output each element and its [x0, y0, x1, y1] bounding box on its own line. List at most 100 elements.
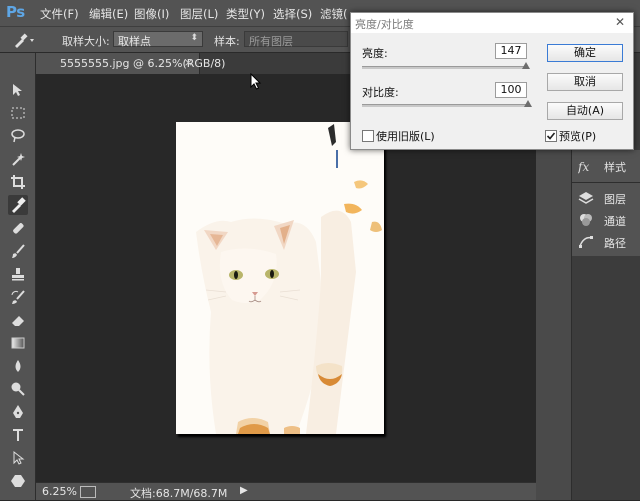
panel-styles-label: 样式	[604, 161, 626, 174]
document-size: 文档:68.7M/68.7M	[130, 487, 228, 500]
shape-tool[interactable]	[8, 471, 28, 491]
panel-layers-label: 图层	[604, 193, 626, 206]
status-menu-arrow-icon[interactable]: ▶	[240, 485, 248, 496]
path-select-icon	[13, 450, 25, 465]
brightness-slider-thumb[interactable]	[522, 62, 531, 69]
history-brush-tool[interactable]	[8, 287, 28, 307]
marquee-tool[interactable]	[8, 103, 28, 123]
quick-select-tool[interactable]	[8, 149, 28, 169]
contrast-slider-track[interactable]	[362, 104, 528, 107]
fx-icon: fx	[578, 160, 589, 174]
panel-layers[interactable]: 图层	[578, 188, 638, 208]
document-tab[interactable]: 5555555.jpg @ 6.25%(RGB/8) ×	[36, 53, 225, 74]
gradient-tool[interactable]	[8, 333, 28, 353]
chevron-updown-icon: ⬍	[190, 33, 198, 43]
mouse-cursor-icon	[250, 73, 262, 90]
eyedropper-icon	[15, 33, 34, 48]
sample-value: 所有图层	[249, 35, 293, 48]
preview-label: 预览(P)	[559, 130, 597, 143]
ok-button[interactable]: 确定	[547, 44, 623, 62]
legacy-checkbox[interactable]	[362, 130, 374, 142]
dodge-icon	[11, 382, 25, 396]
cat-photo	[176, 122, 384, 434]
dodge-tool[interactable]	[8, 379, 28, 399]
brush-tool[interactable]	[8, 241, 28, 261]
blur-tool[interactable]	[8, 356, 28, 376]
status-bar: 6.25% 文档:68.7M/68.7M ▶	[36, 482, 536, 500]
crop-icon	[11, 175, 25, 189]
sample-size-value: 取样点	[118, 35, 151, 48]
type-tool[interactable]	[8, 425, 28, 445]
menu-select[interactable]: 选择(S)	[273, 6, 312, 22]
crop-tool[interactable]	[8, 172, 28, 192]
clone-stamp-tool[interactable]	[8, 264, 28, 284]
menu-file[interactable]: 文件(F)	[40, 6, 79, 22]
brightness-slider-track[interactable]	[362, 66, 528, 69]
contrast-slider-thumb[interactable]	[524, 100, 532, 107]
tool-preset-picker[interactable]	[10, 31, 36, 49]
zoom-level[interactable]: 6.25%	[42, 485, 77, 498]
photoshop-logo: Ps	[6, 3, 25, 21]
panel-paths-label: 路径	[604, 237, 626, 250]
panel-group: fx 样式 图层 通道 路径	[572, 150, 640, 256]
menu-edit[interactable]: 编辑(E)	[89, 6, 128, 22]
eyedropper-icon	[12, 197, 26, 213]
panel-divider	[572, 182, 640, 183]
auto-button[interactable]: 自动(A)	[547, 102, 623, 120]
panel-paths[interactable]: 路径	[578, 232, 638, 252]
cancel-button[interactable]: 取消	[547, 73, 623, 91]
pen-tool[interactable]	[8, 402, 28, 422]
path-selection-tool[interactable]	[8, 448, 28, 468]
brush-icon	[12, 244, 25, 258]
sample-size-label: 取样大小:	[62, 35, 110, 48]
gradient-icon	[11, 337, 25, 349]
contrast-label: 对比度:	[362, 86, 399, 99]
brightness-label: 亮度:	[362, 47, 388, 60]
brightness-input[interactable]: 147	[495, 43, 527, 59]
document-canvas[interactable]	[176, 122, 384, 434]
brightness-contrast-dialog: 亮度/对比度 ✕ 亮度: 147 对比度: 100 使用旧版(L) 确定 取消 …	[350, 12, 634, 150]
toolbox	[0, 53, 36, 500]
move-icon	[13, 84, 22, 96]
stamp-icon	[12, 268, 24, 281]
paths-icon	[579, 236, 593, 248]
move-tool[interactable]	[8, 80, 28, 100]
panel-styles[interactable]: fx 样式	[578, 156, 638, 176]
pen-icon	[13, 405, 23, 418]
menu-image[interactable]: 图像(I)	[134, 6, 169, 22]
lasso-icon	[11, 129, 25, 143]
layers-icon	[578, 192, 594, 204]
history-brush-icon	[11, 290, 25, 304]
checkmark-icon	[546, 132, 556, 140]
eyedropper-tool[interactable]	[8, 195, 28, 215]
legacy-label: 使用旧版(L)	[376, 130, 435, 143]
polygon-icon	[11, 475, 25, 487]
drop-icon	[15, 360, 21, 372]
channels-icon	[580, 214, 592, 226]
close-icon[interactable]: ✕	[615, 15, 625, 29]
dialog-title: 亮度/对比度	[355, 18, 414, 31]
lasso-tool[interactable]	[8, 126, 28, 146]
dialog-title-bar[interactable]: 亮度/对比度 ✕	[351, 13, 633, 33]
sample-select[interactable]: 所有图层	[244, 31, 348, 48]
document-tab-title: 5555555.jpg @ 6.25%(RGB/8)	[60, 57, 226, 70]
sample-size-select[interactable]: 取样点 ⬍	[113, 31, 203, 48]
marquee-icon	[11, 107, 25, 119]
menu-filter[interactable]: 滤镜(	[320, 6, 348, 22]
menu-type[interactable]: 类型(Y)	[226, 6, 265, 22]
eraser-icon	[12, 316, 24, 326]
svg-text:fx: fx	[578, 160, 589, 174]
preview-checkbox[interactable]	[545, 130, 557, 142]
magic-wand-icon	[12, 153, 25, 166]
healing-brush-tool[interactable]	[8, 218, 28, 238]
sample-label: 样本:	[214, 35, 240, 48]
bandage-icon	[13, 223, 24, 234]
close-icon[interactable]: ×	[184, 56, 193, 69]
contrast-input[interactable]: 100	[495, 82, 527, 98]
type-icon	[13, 429, 23, 441]
eraser-tool[interactable]	[8, 310, 28, 330]
panel-channels[interactable]: 通道	[578, 210, 638, 230]
panel-channels-label: 通道	[604, 215, 626, 228]
menu-layer[interactable]: 图层(L)	[180, 6, 218, 22]
proof-icon	[80, 486, 96, 498]
